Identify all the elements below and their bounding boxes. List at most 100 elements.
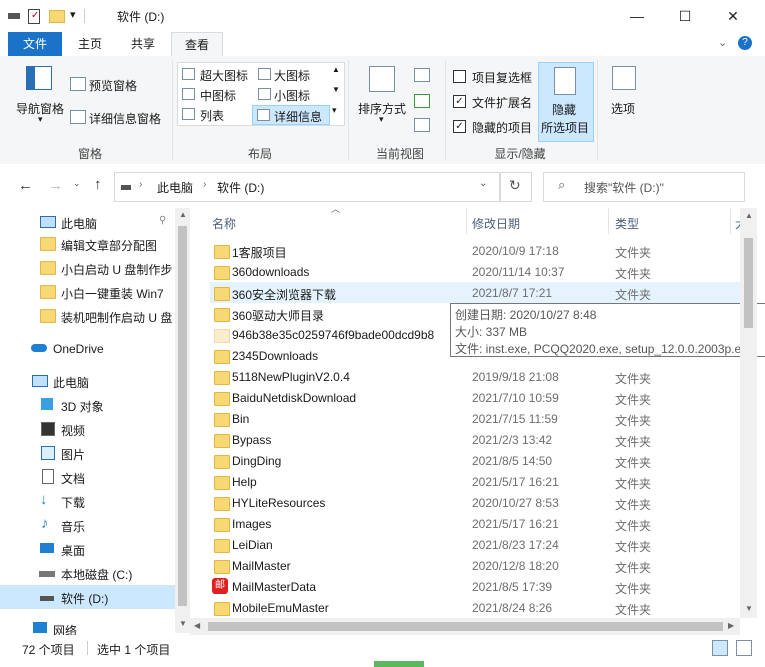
breadcrumb-this-pc[interactable]: 此电脑 bbox=[157, 179, 193, 196]
file-row[interactable]: Bin 2021/7/15 11:59 文件夹 bbox=[210, 408, 740, 429]
details-pane-button[interactable]: 详细信息窗格 bbox=[70, 107, 170, 127]
file-row[interactable]: 邮 MailMasterData 2021/8/5 17:39 文件夹 bbox=[210, 576, 740, 597]
file-row[interactable]: HYLiteResources 2020/10/27 8:53 文件夹 bbox=[210, 492, 740, 513]
nav-item-this-pc-pinned[interactable]: 此电脑 ⚲ bbox=[0, 210, 175, 234]
layout-xlarge-icons[interactable]: 超大图标 bbox=[180, 65, 256, 83]
file-row[interactable]: 5118NewPluginV2.0.4 2019/9/18 21:08 文件夹 bbox=[210, 366, 740, 387]
details-view-icon[interactable] bbox=[712, 640, 728, 656]
list-horizontal-scrollbar[interactable]: ◀ ▶ bbox=[190, 618, 740, 635]
column-header-name[interactable]: 名称 bbox=[212, 215, 236, 232]
layout-list[interactable]: 列表 bbox=[180, 105, 256, 123]
up-icon[interactable]: ↑ bbox=[94, 176, 102, 193]
size-columns-icon[interactable] bbox=[414, 118, 430, 132]
nav-item-onedrive[interactable]: OneDrive bbox=[0, 337, 175, 361]
large-icons-icon bbox=[258, 68, 271, 80]
nav-item-documents[interactable]: 文档 bbox=[0, 465, 175, 489]
list-vertical-scrollbar[interactable]: ▲ ▼ bbox=[740, 208, 757, 618]
item-checkboxes-checkbox[interactable] bbox=[453, 70, 466, 83]
forward-icon[interactable]: → bbox=[48, 177, 63, 194]
maximize-button[interactable]: ☐ bbox=[662, 0, 708, 32]
refresh-button[interactable]: ↻ bbox=[500, 172, 532, 202]
item-checkboxes-toggle[interactable]: 项目复选框 bbox=[452, 68, 538, 86]
scroll-left-icon[interactable]: ◀ bbox=[194, 621, 200, 630]
nav-item-music[interactable]: ♪ 音乐 bbox=[0, 513, 175, 537]
new-folder-icon[interactable] bbox=[49, 10, 65, 23]
recent-locations-icon[interactable]: ⌄ bbox=[73, 178, 81, 189]
tab-view[interactable]: 查看 bbox=[171, 32, 223, 57]
nav-item-quick-access[interactable]: 编辑文章部分配图 bbox=[0, 232, 175, 256]
tab-share[interactable]: 共享 bbox=[116, 32, 170, 56]
scroll-up-icon[interactable]: ▲ bbox=[745, 211, 753, 220]
preview-pane-label: 预览窗格 bbox=[89, 79, 138, 93]
layout-medium-icons[interactable]: 中图标 bbox=[180, 85, 256, 103]
close-button[interactable]: ✕ bbox=[710, 0, 756, 32]
back-icon[interactable]: ← bbox=[18, 177, 33, 194]
customize-toolbar-icon[interactable]: ▾ bbox=[70, 8, 76, 21]
nav-item-videos[interactable]: 视频 bbox=[0, 417, 175, 441]
file-row[interactable]: 1客服项目 2020/10/9 17:18 文件夹 bbox=[210, 240, 740, 261]
options-button[interactable]: 选项 bbox=[603, 62, 645, 132]
search-box[interactable]: ⌕ 搜索"软件 (D:)" bbox=[543, 172, 745, 202]
nav-scroll-thumb[interactable] bbox=[178, 226, 187, 606]
tab-home[interactable]: 主页 bbox=[64, 32, 116, 56]
group-by-icon[interactable] bbox=[414, 68, 430, 82]
file-row[interactable]: Bypass 2021/2/3 13:42 文件夹 bbox=[210, 429, 740, 450]
file-row[interactable]: DingDing 2021/8/5 14:50 文件夹 bbox=[210, 450, 740, 471]
tab-file[interactable]: 文件 bbox=[8, 32, 62, 56]
search-input[interactable]: 搜索"软件 (D:)" bbox=[584, 179, 664, 196]
layout-scroll-up-icon[interactable]: ▲ bbox=[332, 65, 340, 74]
sort-by-button[interactable]: 排序方式 ▾ bbox=[354, 62, 410, 132]
layout-large-icons[interactable]: 大图标 bbox=[256, 65, 332, 83]
column-header-date[interactable]: 修改日期 bbox=[472, 215, 520, 232]
layout-details[interactable]: 详细信息 bbox=[252, 105, 330, 125]
tab-file-label: 文件 bbox=[22, 37, 47, 51]
hide-selected-button[interactable]: 隐藏 所选项目 bbox=[538, 62, 594, 142]
nav-scroll-up-icon[interactable]: ▲ bbox=[179, 210, 187, 219]
help-icon[interactable]: ? bbox=[738, 36, 752, 50]
nav-item-quick-access[interactable]: 装机吧制作启动 U 盘 bbox=[0, 304, 175, 328]
hidden-items-toggle[interactable]: ✓ 隐藏的项目 bbox=[452, 118, 538, 136]
scroll-down-icon[interactable]: ▼ bbox=[745, 604, 753, 613]
search-icon: ⌕ bbox=[558, 177, 566, 192]
nav-item-quick-access[interactable]: 小白启动 U 盘制作步 bbox=[0, 256, 175, 280]
large-icons-view-icon[interactable] bbox=[736, 640, 752, 656]
layout-scroll-down-icon[interactable]: ▼ bbox=[332, 85, 340, 94]
nav-item-drive-d[interactable]: 软件 (D:) bbox=[0, 585, 175, 609]
nav-scrollbar[interactable]: ▲ ▼ bbox=[175, 208, 190, 633]
scroll-thumb[interactable] bbox=[208, 622, 723, 631]
address-bar[interactable]: › 此电脑 › 软件 (D:) ⌄ bbox=[114, 172, 500, 202]
nav-item-downloads[interactable]: ↓ 下载 bbox=[0, 489, 175, 513]
nav-item-desktop[interactable]: 桌面 bbox=[0, 537, 175, 561]
nav-item-local-disk-c[interactable]: 本地磁盘 (C:) bbox=[0, 561, 175, 585]
column-header-type[interactable]: 类型 bbox=[615, 215, 639, 232]
file-type: 文件夹 bbox=[615, 435, 652, 449]
minimize-button[interactable]: — bbox=[614, 0, 660, 32]
file-extensions-toggle[interactable]: ✓ 文件扩展名 bbox=[452, 93, 538, 111]
nav-scroll-down-icon[interactable]: ▼ bbox=[179, 619, 187, 628]
file-date: 2019/9/18 21:08 bbox=[472, 370, 559, 384]
file-row[interactable]: Help 2021/5/17 16:21 文件夹 bbox=[210, 471, 740, 492]
hidden-items-checkbox[interactable]: ✓ bbox=[453, 120, 466, 133]
breadcrumb-drive[interactable]: 软件 (D:) bbox=[217, 179, 264, 196]
scroll-right-icon[interactable]: ▶ bbox=[728, 621, 734, 630]
nav-item-quick-access[interactable]: 小白一键重装 Win7 bbox=[0, 280, 175, 304]
scroll-thumb[interactable] bbox=[744, 238, 753, 328]
nav-pane-button[interactable]: 导航窗格 ▾ bbox=[8, 62, 70, 132]
preview-pane-button[interactable]: 预览窗格 bbox=[70, 74, 170, 94]
add-columns-icon[interactable] bbox=[414, 94, 430, 108]
address-dropdown-icon[interactable]: ⌄ bbox=[479, 178, 487, 189]
file-row[interactable]: MailMaster 2020/12/8 18:20 文件夹 bbox=[210, 555, 740, 576]
file-row[interactable]: 360downloads 2020/11/14 10:37 文件夹 bbox=[210, 261, 740, 282]
layout-small-icons[interactable]: 小图标 bbox=[256, 85, 332, 103]
layout-expand-icon[interactable]: ▾ bbox=[332, 105, 337, 116]
file-row[interactable]: BaiduNetdiskDownload 2021/7/10 10:59 文件夹 bbox=[210, 387, 740, 408]
file-row[interactable]: Images 2021/5/17 16:21 文件夹 bbox=[210, 513, 740, 534]
nav-item-this-pc[interactable]: 此电脑 bbox=[0, 369, 175, 393]
file-row[interactable]: LeiDian 2021/8/23 17:24 文件夹 bbox=[210, 534, 740, 555]
expand-ribbon-icon[interactable]: ⌄ bbox=[718, 36, 727, 49]
nav-item-3d-objects[interactable]: 3D 对象 bbox=[0, 393, 175, 417]
file-row-selected[interactable]: 360安全浏览器下载 2021/8/7 17:21 文件夹 bbox=[210, 282, 740, 303]
file-row[interactable]: MobileEmuMaster 2021/8/24 8:26 文件夹 bbox=[210, 597, 740, 618]
nav-item-pictures[interactable]: 图片 bbox=[0, 441, 175, 465]
file-extensions-checkbox[interactable]: ✓ bbox=[453, 95, 466, 108]
